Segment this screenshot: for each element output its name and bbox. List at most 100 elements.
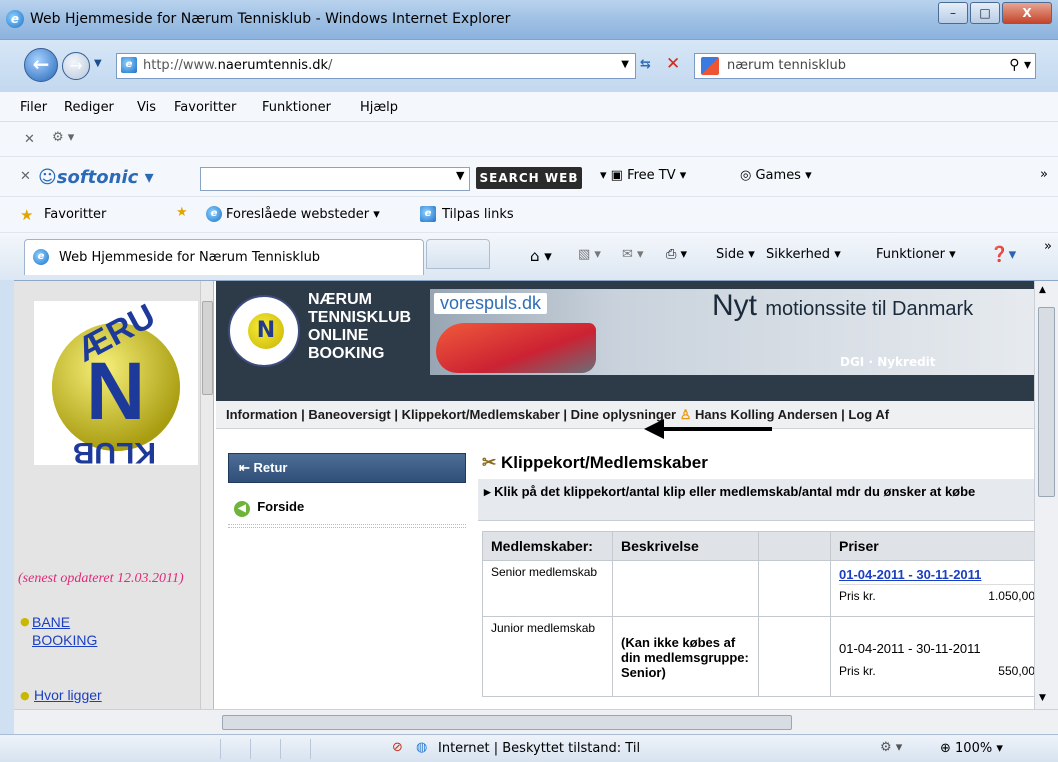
feeds-icon[interactable]: ▧ ▾ xyxy=(578,247,601,262)
membership-name: Senior medlemskab xyxy=(482,560,613,617)
menu-bar: Filer Rediger Vis Favoritter Funktioner … xyxy=(0,92,1058,122)
page-icon-small: e xyxy=(420,206,436,222)
address-toolbar: ← → ▼ e http://www.naerumtennis.dk/ ▼ ⇆ … xyxy=(0,40,1058,92)
main-frame: N NÆRUM TENNISKLUB ONLINE BOOKING vorespuls… xyxy=(216,281,1058,709)
period-text: 01-04-2011 - 30-11-2011 xyxy=(839,641,981,656)
tab-bar: e Web Hjemmeside for Nærum Tennisklub ⌂ … xyxy=(0,232,1058,280)
period-link[interactable]: 01-04-2011 - 30-11-2011 xyxy=(839,565,1035,584)
minimize-button[interactable]: – xyxy=(938,2,968,24)
arrow-annotation xyxy=(644,419,772,439)
security-menu[interactable]: Sikkerhed ▾ xyxy=(766,247,841,262)
suggested-sites-link[interactable]: Foreslåede websteder ▾ xyxy=(226,207,380,222)
chevron-more-icon[interactable]: » xyxy=(1040,167,1048,182)
tab-ie-icon: e xyxy=(33,249,49,265)
forward-button[interactable]: → xyxy=(62,52,90,80)
back-button[interactable]: ← xyxy=(24,48,58,82)
menu-hjaelp[interactable]: Hjælp xyxy=(360,100,398,115)
custom-links-link[interactable]: Tilpas links xyxy=(442,207,514,222)
table-header-row: Medlemskaber: Beskrivelse Priser xyxy=(482,531,1044,561)
menu-vis[interactable]: Vis xyxy=(137,100,156,115)
zoom-level[interactable]: ⊕ 100% ▾ xyxy=(940,741,1003,756)
price-label: Pris kr. xyxy=(839,664,876,678)
membership-name: Junior medlemskab xyxy=(482,616,613,697)
toolbar-tool-icon[interactable]: ⚙ ▾ xyxy=(52,130,74,145)
cmd-more-icon[interactable]: » xyxy=(1044,239,1052,254)
retur-button[interactable]: ⇤ Retur xyxy=(228,453,466,483)
hvor-ligger-link[interactable]: Hvor ligger xyxy=(34,687,102,703)
shoe-image xyxy=(436,323,596,373)
protected-mode-icon[interactable]: ⚙ ▾ xyxy=(880,740,902,755)
add-favorites-icon[interactable]: ★ xyxy=(176,205,188,220)
softonic-dropdown-icon[interactable]: ▼ xyxy=(456,169,464,182)
banner-logo: N xyxy=(228,295,300,367)
address-dropdown-icon[interactable]: ▼ xyxy=(621,59,629,70)
address-bar[interactable]: e http://www.naerumtennis.dk/ ▼ xyxy=(116,53,636,79)
free-tv-button[interactable]: ▾ ▣ Free TV ▾ xyxy=(600,168,686,183)
tab-title: Web Hjemmeside for Nærum Tennisklub xyxy=(59,250,321,265)
svg-text:KLUB: KLUB xyxy=(73,436,156,465)
section-title: ✂ Klippekort/Medlemskaber xyxy=(482,453,708,472)
refresh-icon[interactable]: ⇆ xyxy=(640,57,651,72)
games-button[interactable]: ◎ Games ▾ xyxy=(740,168,812,183)
home-icon[interactable]: ⌂ ▾ xyxy=(530,247,552,265)
stop-icon[interactable]: ✕ xyxy=(666,54,680,74)
search-provider-icon xyxy=(701,57,719,75)
extra-toolbar: ✕ ⚙ ▾ xyxy=(0,122,1058,156)
ie-icon: e xyxy=(6,10,24,28)
instruction-text: ▸ Klik på det klippekort/antal klip elle… xyxy=(478,479,1044,521)
close-button[interactable]: X xyxy=(1002,2,1052,24)
site-navigation: Information | Baneoversigt | Klippekort/… xyxy=(216,401,1044,429)
mail-icon[interactable]: ✉ ▾ xyxy=(622,247,644,262)
membership-table: Medlemskaber: Beskrivelse Priser Senior … xyxy=(482,531,1044,697)
scroll-thumb[interactable] xyxy=(1038,307,1055,497)
search-icon[interactable]: ⚲ ▾ xyxy=(1009,57,1031,73)
security-zone[interactable]: Internet | Beskyttet tilstand: Til xyxy=(438,741,640,756)
menu-rediger[interactable]: Rediger xyxy=(64,100,114,115)
close-toolbar-icon[interactable]: ✕ xyxy=(24,132,35,147)
hscroll-thumb[interactable] xyxy=(222,715,792,730)
history-dropdown-icon[interactable]: ▼ xyxy=(94,58,102,69)
left-frame-scrollbar[interactable] xyxy=(200,281,213,709)
page-icon: e xyxy=(121,57,137,73)
updated-note: (senest opdateret 12.03.2011) xyxy=(18,571,184,586)
help-icon[interactable]: ❓▾ xyxy=(990,245,1016,263)
menu-filer[interactable]: Filer xyxy=(20,100,47,115)
address-url: http://www.naerumtennis.dk/ xyxy=(143,58,333,73)
menu-favoritter[interactable]: Favoritter xyxy=(174,100,236,115)
new-tab-button[interactable] xyxy=(426,239,490,269)
col-priser: Priser xyxy=(830,531,1044,561)
close-softonic-icon[interactable]: ✕ xyxy=(20,169,31,184)
maximize-button[interactable]: □ xyxy=(970,2,1000,24)
favorites-bar: ★ Favoritter ★ e Foreslåede websteder ▾ … xyxy=(0,196,1058,232)
bane-booking-link[interactable]: BANE BOOKING xyxy=(18,613,108,649)
horizontal-scrollbar[interactable] xyxy=(14,709,1058,735)
page-menu[interactable]: Side ▾ xyxy=(716,247,755,262)
membership-desc xyxy=(612,560,759,617)
star-icon: ★ xyxy=(20,206,34,224)
nav-links[interactable]: Information | Baneoversigt | Klippekort/… xyxy=(226,407,889,423)
tab-active[interactable]: e Web Hjemmeside for Nærum Tennisklub xyxy=(24,239,424,275)
price-cell: 01-04-2011 - 30-11-2011 Pris kr. 550,00 xyxy=(830,616,1044,697)
search-web-button[interactable]: SEARCH WEB xyxy=(476,167,582,189)
favorites-button[interactable]: Favoritter xyxy=(44,207,106,222)
scroll-up-icon[interactable]: ▲ xyxy=(1039,285,1046,295)
ie-icon-small: e xyxy=(206,206,222,222)
window-title-bar[interactable]: e Web Hjemmeside for Nærum Tennisklub - … xyxy=(0,0,1058,40)
menu-funktioner[interactable]: Funktioner xyxy=(262,100,331,115)
search-query: nærum tennisklub xyxy=(727,58,846,73)
col-medlemskaber: Medlemskaber: xyxy=(482,531,613,561)
softonic-search-input[interactable] xyxy=(200,167,470,191)
tools-menu[interactable]: Funktioner ▾ xyxy=(876,247,956,262)
table-row[interactable]: Senior medlemskab 01-04-2011 - 30-11-201… xyxy=(482,560,1044,617)
print-icon[interactable]: ⎙ ▾ xyxy=(666,247,687,262)
softonic-logo[interactable]: ☺softonic ▾ xyxy=(38,167,154,188)
col-empty xyxy=(758,531,831,561)
search-box[interactable]: nærum tennisklub ⚲ ▾ xyxy=(694,53,1036,79)
bullet-icon-2: ● xyxy=(20,689,30,702)
vertical-scrollbar[interactable]: ▲ ▼ xyxy=(1034,281,1058,709)
scroll-down-icon[interactable]: ▼ xyxy=(1039,693,1046,703)
forside-link[interactable]: ◀ Forside xyxy=(234,499,304,517)
left-frame: N ÆRU KLUB (senest opdateret 12.03.2011)… xyxy=(14,281,214,709)
banner-ad[interactable]: vorespuls.dk Nyt motionssite til Danmark… xyxy=(430,289,1044,375)
ad-link[interactable]: vorespuls.dk xyxy=(434,293,548,314)
